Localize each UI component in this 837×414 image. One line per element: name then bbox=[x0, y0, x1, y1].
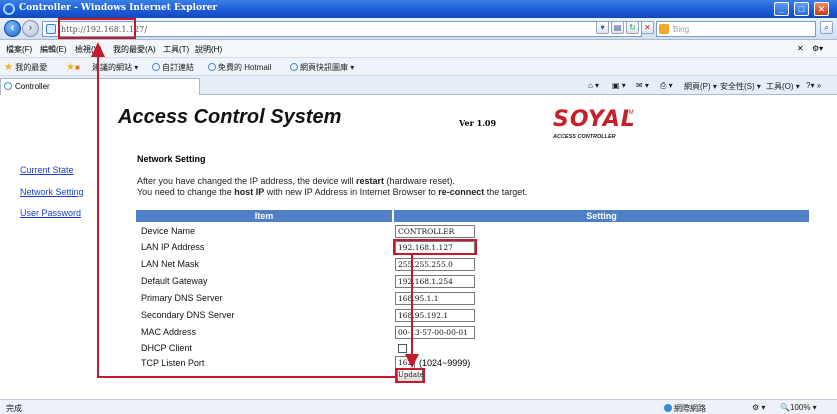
home-icon[interactable]: ⌂ ▾ bbox=[588, 81, 599, 90]
notice-reconnect: You need to change the host IP with new … bbox=[137, 187, 528, 197]
page-icon bbox=[46, 24, 56, 34]
fav-hotmail[interactable]: 免費的 Hotmail bbox=[208, 62, 271, 73]
tab-controller[interactable]: Controller bbox=[0, 78, 200, 95]
primary-dns-field[interactable]: 168.95.1.1 bbox=[395, 292, 475, 305]
secondary-dns-field[interactable]: 168.95.192.1 bbox=[395, 309, 475, 322]
window-title: Controller - Windows Internet Explorer bbox=[19, 3, 218, 13]
window-titlebar: Controller - Windows Internet Explorer _… bbox=[0, 0, 837, 18]
tab-ie-icon bbox=[4, 82, 12, 90]
zoom-control[interactable]: 🔍100% ▾ bbox=[780, 403, 817, 412]
status-bar: 完成 網際網路 ⚙ ▾ 🔍100% ▾ bbox=[0, 399, 837, 414]
maximize-button[interactable]: □ bbox=[794, 2, 809, 16]
label-device-name: Device Name bbox=[141, 226, 196, 236]
mail-icon[interactable]: ✉ ▾ bbox=[636, 81, 649, 90]
favorites-button[interactable]: ★ 我的最愛 bbox=[4, 62, 47, 73]
header-setting: Setting bbox=[394, 210, 809, 222]
menu-bar: 檔案(F) 編輯(E) 檢視(V) 我的最愛(A) 工具(T) 說明(H) ✕ … bbox=[0, 40, 837, 58]
search-box[interactable]: Bing bbox=[656, 21, 816, 37]
print-icon[interactable]: ⎙ ▾ bbox=[660, 81, 673, 91]
device-name-field[interactable]: CONTROLLER bbox=[395, 225, 475, 238]
label-lan-ip: LAN IP Address bbox=[141, 242, 205, 252]
label-net-mask: LAN Net Mask bbox=[141, 259, 200, 269]
section-title: Network Setting bbox=[137, 154, 206, 164]
tools-menu[interactable]: 工具(O) ▾ bbox=[766, 81, 800, 92]
compat-view-icon[interactable]: ▤ bbox=[611, 21, 624, 34]
dhcp-checkbox[interactable] bbox=[398, 344, 407, 353]
menu-file[interactable]: 檔案(F) bbox=[6, 44, 32, 55]
arrow-line-down bbox=[411, 255, 413, 357]
tab-label: Controller bbox=[15, 82, 50, 91]
net-mask-field[interactable]: 255.255.255.0 bbox=[395, 258, 475, 271]
page-menu[interactable]: 網頁(P) ▾ bbox=[684, 81, 717, 92]
soyal-logo: SOYAL TM ACCESS CONTROLLER bbox=[553, 107, 636, 140]
stop-icon[interactable]: ✕ bbox=[641, 21, 654, 34]
menu-edit[interactable]: 編輯(E) bbox=[40, 44, 67, 55]
forward-button[interactable]: › bbox=[22, 20, 39, 37]
mac-address-field[interactable]: 00-13-57-00-00-01 bbox=[395, 326, 475, 339]
header-item: Item bbox=[136, 210, 392, 222]
close-tab-icon[interactable]: ✕ bbox=[797, 44, 804, 53]
help-icon[interactable]: ?▾ » bbox=[806, 81, 821, 90]
menu-view[interactable]: 檢視(V) bbox=[75, 44, 102, 55]
label-secondary-dns: Secondary DNS Server bbox=[141, 310, 235, 320]
star-icon: ★ bbox=[4, 62, 13, 73]
label-gateway: Default Gateway bbox=[141, 276, 208, 286]
label-mac: MAC Address bbox=[141, 327, 197, 337]
back-button[interactable]: ‹ bbox=[4, 20, 21, 37]
bing-icon bbox=[659, 24, 669, 34]
page-title: Access Control System bbox=[118, 106, 342, 128]
zone-indicator: 網際網路 bbox=[664, 403, 706, 414]
arrow-line-bottom bbox=[97, 376, 395, 378]
url-highlight-box bbox=[58, 18, 136, 39]
ip-highlight-box bbox=[393, 239, 477, 255]
menu-favorites[interactable]: 我的最愛(A) bbox=[113, 44, 156, 55]
label-dhcp: DHCP Client bbox=[141, 343, 192, 353]
sidebar-link-network-setting[interactable]: Network Setting bbox=[20, 187, 84, 197]
version-label: Ver 1.09 bbox=[459, 118, 497, 128]
search-placeholder: Bing bbox=[673, 25, 690, 34]
sidebar-link-user-password[interactable]: User Password bbox=[20, 208, 81, 218]
minimize-button[interactable]: _ bbox=[774, 2, 789, 16]
menu-help[interactable]: 說明(H) bbox=[195, 44, 222, 55]
sidebar-link-current-state[interactable]: Current State bbox=[20, 165, 74, 175]
label-tcp-port: TCP Listen Port bbox=[141, 358, 205, 368]
feeds-icon[interactable]: ▣ ▾ bbox=[612, 81, 626, 90]
gear-icon[interactable]: ⚙▾ bbox=[812, 44, 823, 53]
fav-custom-links[interactable]: 自訂連結 bbox=[152, 62, 194, 73]
port-range-label: (1024~9999) bbox=[419, 358, 471, 368]
gateway-field[interactable]: 192.168.1.254 bbox=[395, 275, 475, 288]
search-icon[interactable]: ⌕ bbox=[820, 21, 833, 34]
refresh-icon[interactable]: ↻ bbox=[626, 21, 639, 34]
dropdown-icon[interactable]: ▾ bbox=[596, 21, 609, 34]
favorites-bar: ★ 我的最愛 ★■ 建議的網站 ▾ 自訂連結 免費的 Hotmail 網頁快訊圖… bbox=[0, 58, 837, 76]
label-primary-dns: Primary DNS Server bbox=[141, 293, 223, 303]
fav-web-slice-gallery[interactable]: 網頁快訊圖庫 ▾ bbox=[290, 62, 354, 73]
safety-menu[interactable]: 安全性(S) ▾ bbox=[720, 81, 761, 92]
menu-tools[interactable]: 工具(T) bbox=[163, 44, 189, 55]
security-icon[interactable]: ⚙ ▾ bbox=[752, 403, 765, 412]
ie-logo-icon bbox=[3, 3, 15, 15]
add-favorites-icon[interactable]: ★■ bbox=[66, 62, 80, 73]
update-highlight-box bbox=[395, 368, 425, 383]
status-text: 完成 bbox=[6, 404, 22, 413]
globe-icon bbox=[664, 404, 672, 412]
close-button[interactable]: ✕ bbox=[814, 2, 829, 16]
arrow-line-vertical-left bbox=[97, 55, 99, 378]
notice-restart: After you have changed the IP address, t… bbox=[137, 176, 456, 186]
